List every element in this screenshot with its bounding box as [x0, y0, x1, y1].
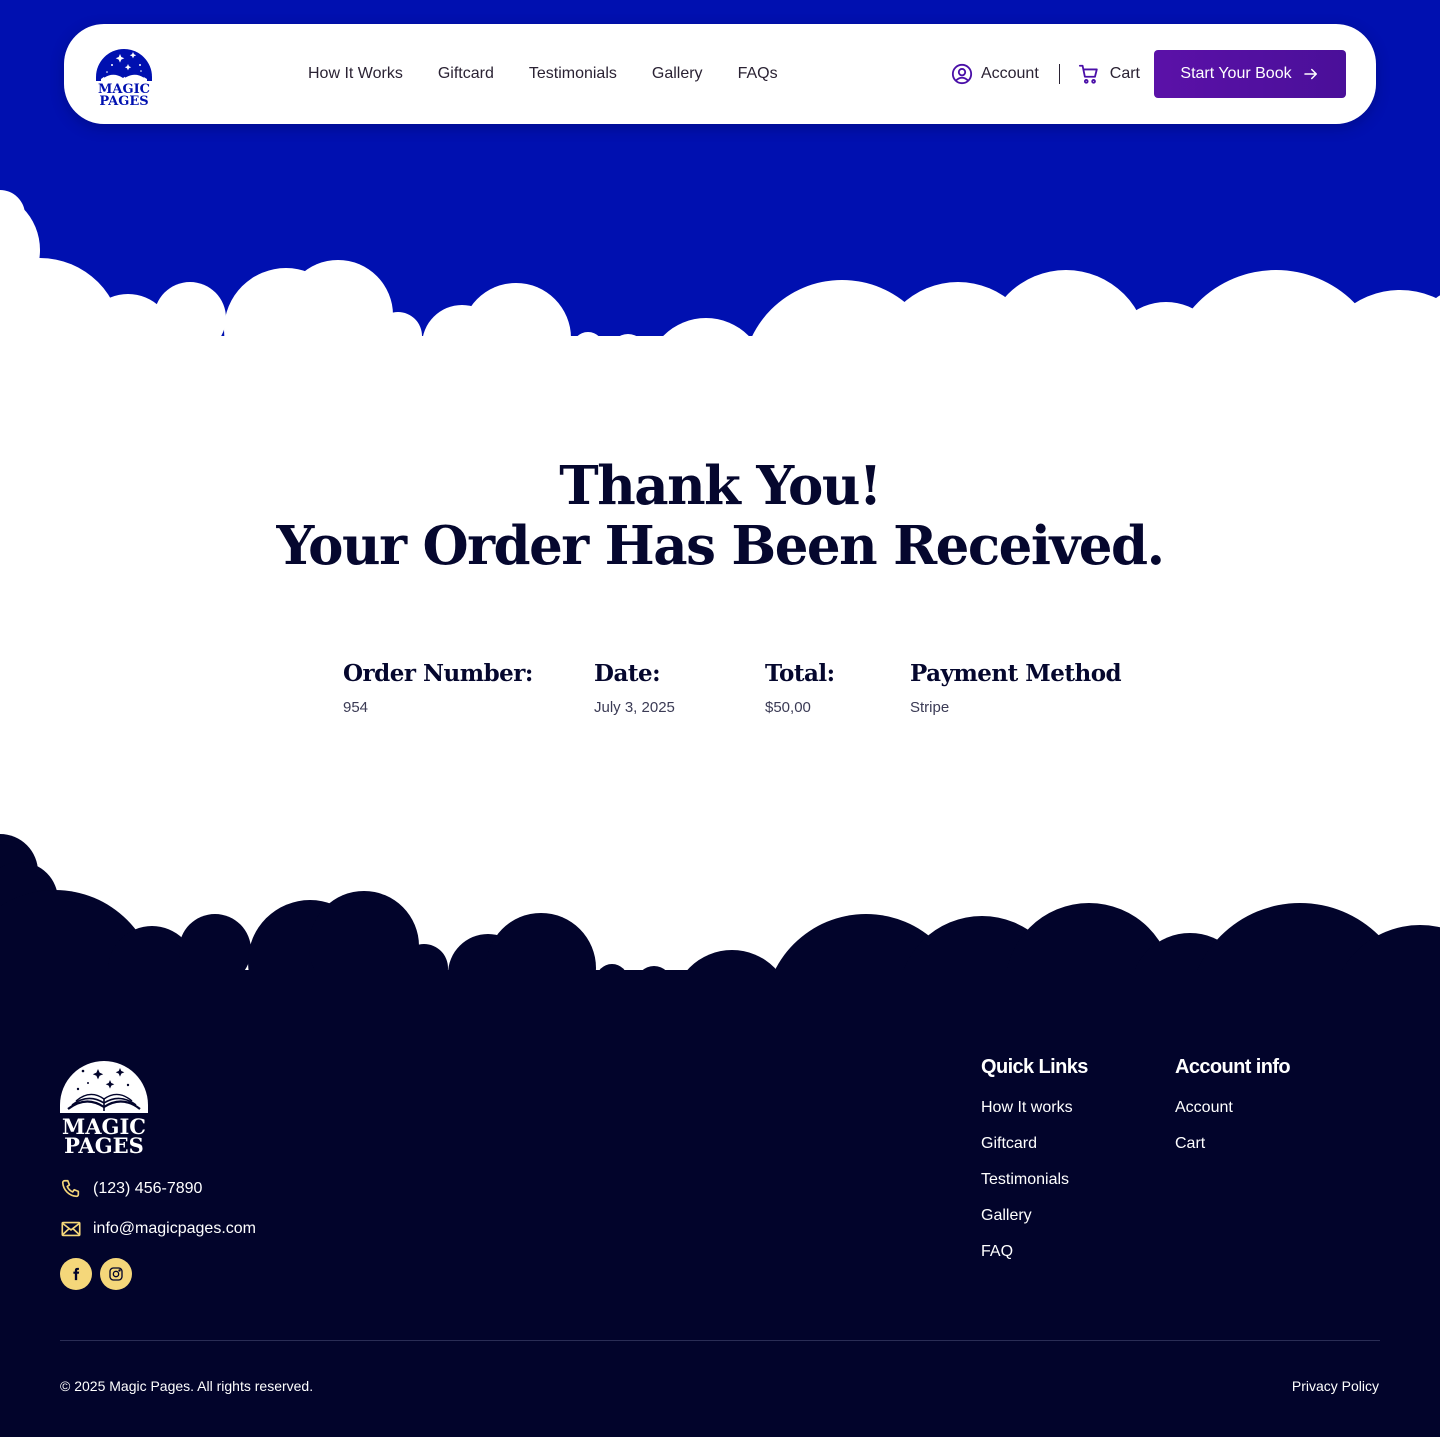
- facebook-link[interactable]: [60, 1258, 92, 1290]
- order-received-title: Your Order Has Been Received.: [276, 515, 1165, 577]
- top-navbar: MAGIC PAGES How It Works Giftcard Testim…: [64, 24, 1376, 124]
- footer-clouds: [0, 834, 1440, 1000]
- magic-pages-logo[interactable]: MAGIC PAGES: [94, 41, 154, 109]
- footer-link-how-it-works[interactable]: How It works: [981, 1095, 1088, 1131]
- arrow-right-icon: [1303, 68, 1317, 80]
- footer-link-faq[interactable]: FAQ: [981, 1239, 1088, 1275]
- account-info-title: Account info: [1175, 1056, 1291, 1078]
- cart-link[interactable]: Cart: [1078, 63, 1140, 85]
- order-total-block: Total: $50,00: [765, 660, 835, 716]
- footer-logo[interactable]: MAGIC PAGES: [58, 1055, 150, 1155]
- quick-links-title: Quick Links: [981, 1056, 1088, 1078]
- footer-link-cart[interactable]: Cart: [1175, 1131, 1290, 1167]
- shopping-cart-icon: [1078, 64, 1098, 84]
- nav-actions: Account Cart Start Your Book: [951, 50, 1346, 98]
- phone-icon: [61, 1179, 80, 1198]
- social-links: [60, 1258, 140, 1290]
- main-nav: How It Works Giftcard Testimonials Galle…: [308, 24, 813, 124]
- thank-you-heading: Thank You! Your Order Has Been Received.: [0, 456, 1440, 576]
- hero-section: MAGIC PAGES How It Works Giftcard Testim…: [0, 0, 1440, 360]
- footer-link-testimonials[interactable]: Testimonials: [981, 1167, 1088, 1203]
- footer-body: [0, 980, 1440, 1437]
- nav-link-how-it-works[interactable]: How It Works: [308, 65, 403, 83]
- start-your-book-button[interactable]: Start Your Book: [1154, 50, 1346, 98]
- payment-method-label: Payment Method: [910, 660, 1122, 687]
- account-info-column: Account info Account Cart: [1175, 1056, 1291, 1167]
- account-label: Account: [980, 65, 1039, 82]
- order-date-block: Date: July 3, 2025: [594, 660, 675, 716]
- cta-label: Start Your Book: [1180, 65, 1292, 82]
- footer-logo-text-pages: PAGES: [64, 1133, 144, 1155]
- account-link[interactable]: Account: [951, 63, 1039, 85]
- order-date-value: July 3, 2025: [594, 699, 675, 716]
- nav-link-gallery[interactable]: Gallery: [652, 65, 703, 83]
- cart-label: Cart: [1109, 65, 1140, 82]
- footer-link-giftcard[interactable]: Giftcard: [981, 1131, 1088, 1167]
- facebook-icon: [73, 1267, 80, 1281]
- copyright-text: © 2025 Magic Pages. All rights reserved.: [60, 1378, 314, 1394]
- nav-link-faqs[interactable]: FAQs: [738, 65, 778, 83]
- nav-link-testimonials[interactable]: Testimonials: [529, 65, 617, 83]
- order-summary: Order Number: 954 Date: July 3, 2025 Tot…: [0, 660, 1440, 730]
- order-total-value: $50,00: [765, 699, 811, 716]
- payment-method-value: Stripe: [910, 699, 950, 716]
- instagram-icon: [109, 1267, 123, 1281]
- email-address: info@magicpages.com: [93, 1220, 256, 1237]
- order-number-block: Order Number: 954: [343, 660, 533, 716]
- footer-link-account[interactable]: Account: [1175, 1095, 1290, 1131]
- order-date-label: Date:: [594, 660, 661, 687]
- phone-number: (123) 456-7890: [93, 1180, 203, 1197]
- envelope-icon: [61, 1221, 81, 1237]
- quick-links-column: Quick Links How It works Giftcard Testim…: [981, 1056, 1088, 1275]
- order-total-label: Total:: [765, 660, 835, 687]
- privacy-policy-link[interactable]: Privacy Policy: [1292, 1378, 1379, 1394]
- user-circle-icon: [951, 63, 973, 85]
- payment-method-block: Payment Method Stripe: [910, 660, 1122, 716]
- footer-link-gallery[interactable]: Gallery: [981, 1203, 1088, 1239]
- order-number-label: Order Number:: [343, 660, 533, 687]
- footer-divider: [60, 1340, 1380, 1341]
- logo-text-pages: PAGES: [99, 94, 148, 109]
- instagram-link[interactable]: [100, 1258, 132, 1290]
- footer-phone[interactable]: (123) 456-7890: [60, 1178, 202, 1200]
- nav-link-giftcard[interactable]: Giftcard: [438, 65, 494, 83]
- footer-email[interactable]: info@magicpages.com: [60, 1218, 256, 1240]
- nav-divider: [1058, 64, 1060, 84]
- thank-you-title: Thank You!: [559, 455, 882, 517]
- order-number-value: 954: [343, 699, 369, 716]
